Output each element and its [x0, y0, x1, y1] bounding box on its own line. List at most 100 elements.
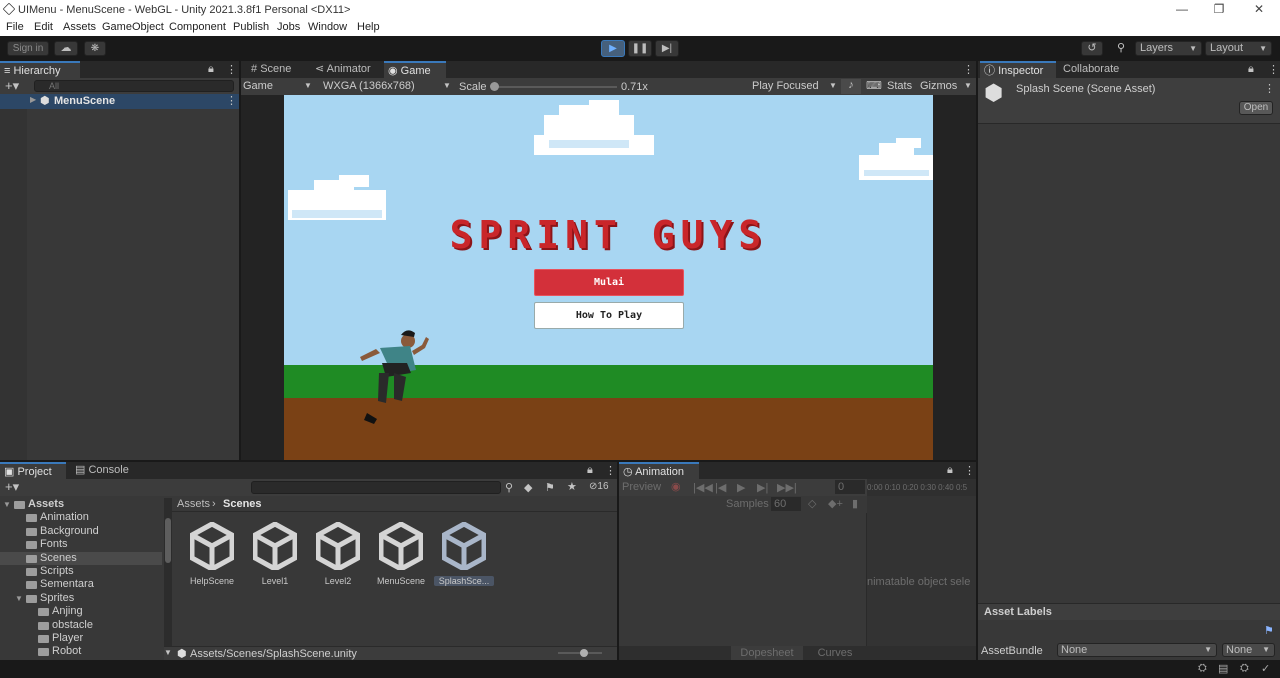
more-icon[interactable]: ⋮ — [226, 63, 237, 76]
menu-edit[interactable]: Edit — [34, 21, 53, 33]
tree-item[interactable]: Fonts — [0, 538, 162, 551]
asset-item[interactable]: HelpScene — [182, 521, 242, 586]
favorite-icon[interactable]: ★ — [567, 480, 577, 493]
more-icon[interactable]: ⋮ — [605, 464, 616, 477]
timeline-ruler[interactable]: 0:00 0:10 0:20 0:30 0:40 0:5 — [867, 479, 976, 496]
tree-scrollbar[interactable] — [164, 498, 172, 660]
sign-in-button[interactable]: Sign in — [7, 41, 49, 56]
menu-file[interactable]: File — [6, 21, 24, 33]
tree-item[interactable]: Robot — [0, 645, 162, 658]
chevron-down-icon[interactable]: ▼ — [3, 498, 11, 511]
dopesheet-area[interactable]: nimatable object sele — [867, 496, 976, 646]
tree-item[interactable]: Scripts — [0, 565, 162, 578]
history-icon[interactable]: ↺ — [1081, 41, 1103, 56]
search-icon[interactable]: ⚲ — [1112, 41, 1130, 56]
start-button[interactable]: Mulai — [534, 269, 684, 296]
tab-inspector[interactable]: ⓘ Inspector — [980, 61, 1056, 78]
asset-item[interactable]: Level1 — [245, 521, 305, 586]
close-icon[interactable]: ✕ — [1239, 2, 1279, 17]
lock-icon[interactable]: 🔒︎ — [208, 63, 214, 76]
lock-icon[interactable]: 🔒︎ — [587, 464, 593, 477]
asset-variant-dropdown[interactable]: None ▼ — [1222, 643, 1275, 657]
hierarchy-row-menuscene[interactable]: ▶ ⬢ MenuScene ⋮ — [0, 94, 239, 109]
add-icon[interactable]: +▾ — [5, 479, 19, 495]
samples-field[interactable]: 60 — [771, 497, 801, 511]
play-button[interactable]: ▶ — [601, 40, 625, 57]
check-icon[interactable]: ✓ — [1261, 662, 1270, 675]
menu-component[interactable]: Component — [169, 21, 226, 33]
play-mode-dropdown[interactable]: Play Focused — [752, 80, 819, 92]
minimize-icon[interactable]: — — [1162, 2, 1202, 17]
tab-collaborate[interactable]: Collaborate — [1059, 61, 1139, 78]
asset-item[interactable]: MenuScene — [371, 521, 431, 586]
breadcrumb-assets[interactable]: Assets — [177, 498, 210, 510]
tree-item[interactable]: obstacle — [0, 619, 162, 632]
game-viewport[interactable]: SPRINT GUYS Mulai How To Play — [284, 95, 933, 460]
tab-game[interactable]: ◉ Game — [384, 61, 446, 78]
asset-item[interactable]: Level2 — [308, 521, 368, 586]
menu-window[interactable]: Window — [308, 21, 347, 33]
maximize-icon[interactable]: ❐ — [1199, 2, 1239, 17]
more-icon[interactable]: ⋮ — [964, 464, 975, 477]
filter-type-icon[interactable]: ◆ — [524, 481, 532, 494]
chevron-down-icon[interactable]: ▼ — [15, 592, 23, 605]
next-frame-icon[interactable]: ▶| — [757, 481, 768, 494]
more-icon[interactable]: ⋮ — [1264, 82, 1275, 95]
tree-item[interactable]: Background — [0, 525, 162, 538]
tag-icon[interactable]: ⚑ — [1264, 624, 1274, 637]
hierarchy-search-input[interactable] — [34, 80, 234, 92]
how-to-play-button[interactable]: How To Play — [534, 302, 684, 329]
tree-item[interactable]: ▼ Sprites — [0, 592, 162, 605]
tab-animator[interactable]: ⋖ Animator — [311, 61, 381, 78]
more-icon[interactable]: ⋮ — [226, 94, 237, 107]
debug-icon[interactable]: ⛭ — [1240, 662, 1249, 675]
tree-item[interactable]: Player — [0, 632, 162, 645]
lock-icon[interactable]: 🔒︎ — [947, 464, 953, 477]
more-icon[interactable]: ⋮ — [963, 63, 974, 76]
breadcrumb-scenes[interactable]: Scenes — [223, 498, 262, 510]
cache-icon[interactable]: ▤ — [1218, 662, 1228, 675]
cloud-icon[interactable]: ☁ — [54, 41, 78, 56]
play-icon[interactable]: ▶ — [737, 481, 745, 494]
project-search-input[interactable] — [251, 481, 501, 494]
tree-scroll-thumb[interactable] — [165, 518, 171, 563]
frame-field[interactable]: 0 — [835, 480, 865, 494]
stats-button[interactable]: Stats — [887, 80, 912, 92]
first-frame-icon[interactable]: |◀◀ — [693, 481, 713, 494]
chevron-right-icon[interactable]: ▶ — [30, 95, 36, 104]
tab-scene[interactable]: # Scene — [247, 61, 307, 78]
lock-icon[interactable]: 🔒︎ — [1248, 63, 1254, 76]
tree-item[interactable]: Animation — [0, 511, 162, 524]
collab-icon[interactable]: ❋ — [84, 41, 106, 56]
add-keyframe-icon[interactable]: ◇ — [808, 497, 816, 510]
tree-item[interactable]: Scenes — [0, 551, 162, 565]
resolution-dropdown[interactable]: WXGA (1366x768) — [323, 80, 415, 92]
more-icon[interactable]: ⋮ — [1268, 63, 1279, 76]
menu-assets[interactable]: Assets — [63, 21, 96, 33]
gizmos-dropdown[interactable]: Gizmos — [920, 80, 957, 92]
display-dropdown[interactable]: Game — [243, 80, 273, 92]
layout-dropdown[interactable]: Layout ▼ — [1205, 41, 1272, 56]
tab-animation[interactable]: ◷ Animation — [619, 462, 699, 479]
search-type-icon[interactable]: ⚲ — [505, 481, 513, 494]
event-marker-icon[interactable]: ▮ — [852, 497, 858, 510]
mute-audio-icon[interactable]: ♪ — [841, 79, 861, 94]
tree-item[interactable]: Anjing — [0, 605, 162, 618]
tab-hierarchy[interactable]: ≡ Hierarchy — [0, 61, 80, 78]
tree-item[interactable]: Sementara — [0, 578, 162, 591]
asset-bundle-dropdown[interactable]: None ▼ — [1057, 643, 1217, 657]
curves-tab[interactable]: Curves — [805, 646, 865, 660]
add-event-icon[interactable]: ◆+ — [828, 497, 843, 510]
step-button[interactable]: ▶| — [655, 40, 679, 57]
menu-help[interactable]: Help — [357, 21, 380, 33]
keyboard-icon[interactable]: ⌨ — [866, 79, 882, 92]
menu-gameobject[interactable]: GameObject — [102, 21, 164, 33]
pause-button[interactable]: ❚❚ — [628, 40, 652, 57]
layers-dropdown[interactable]: Layers ▼ — [1135, 41, 1202, 56]
scale-slider-handle[interactable] — [490, 82, 500, 91]
bug-icon[interactable]: ⛭ — [1198, 662, 1207, 675]
menu-publish[interactable]: Publish — [233, 21, 269, 33]
record-icon[interactable]: ◉ — [671, 480, 681, 493]
tab-console[interactable]: ▤ Console — [71, 462, 141, 479]
menu-jobs[interactable]: Jobs — [277, 21, 300, 33]
